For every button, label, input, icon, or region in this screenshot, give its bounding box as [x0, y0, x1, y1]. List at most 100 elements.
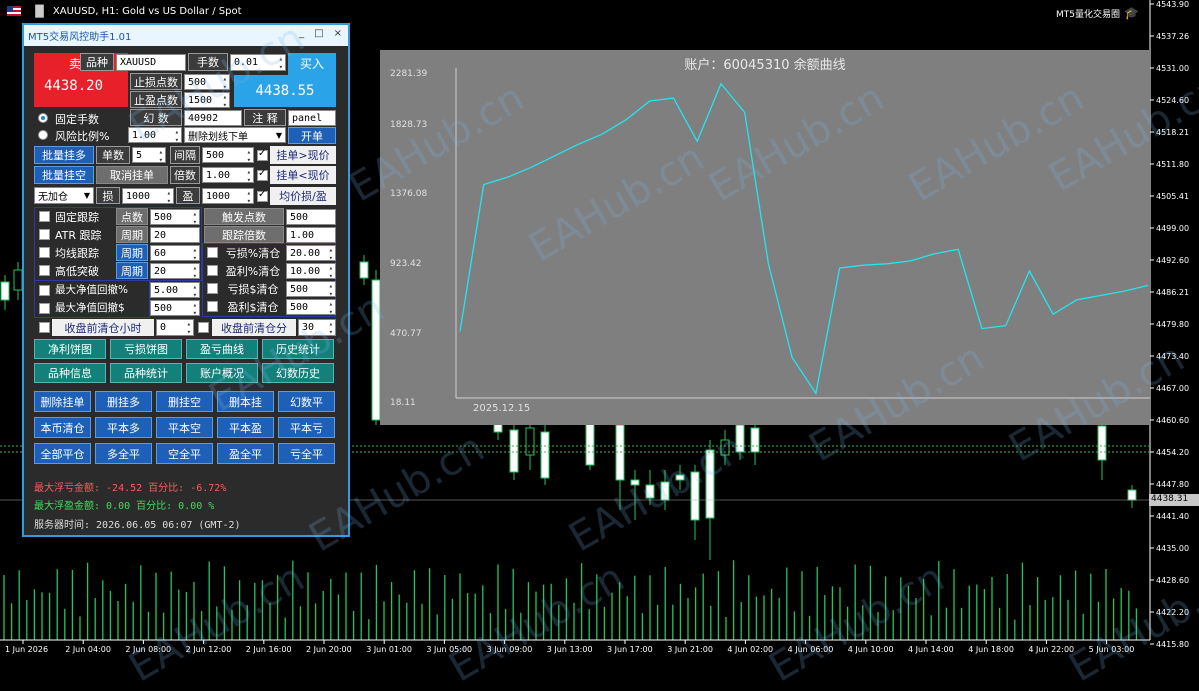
atr-period-input[interactable]: 20	[150, 227, 200, 243]
multiplier-input[interactable]: 1.00	[202, 167, 254, 184]
price-axis-label: 4454.20	[1156, 448, 1189, 457]
candle-body	[540, 431, 550, 479]
teal-button[interactable]: 账户概况	[186, 363, 258, 383]
time-axis-label: 3 Jun 05:00	[426, 645, 472, 654]
atr-period-label: 周期	[116, 226, 148, 243]
action-button[interactable]: 删本挂	[217, 391, 274, 412]
atr-trail-checkbox[interactable]	[39, 229, 50, 240]
max-dd-pct-input[interactable]: 5.00	[150, 282, 200, 299]
profit-usd-checkbox[interactable]	[207, 301, 218, 312]
teal-button[interactable]: 亏损饼图	[110, 339, 182, 359]
action-button[interactable]: 平本盈	[217, 417, 274, 438]
max-float-profit: 最大浮盈金额: 0.00 百分比: 0.00 %	[34, 501, 215, 512]
max-dd-usd-input[interactable]: 500	[150, 300, 200, 317]
action-button[interactable]: 盈全平	[217, 443, 274, 464]
add-mode-select[interactable]: 无加仓 ▼	[34, 187, 94, 204]
max-dd-usd-label: 最大净值回撤$	[55, 302, 125, 314]
teal-button[interactable]: 净利饼图	[34, 339, 106, 359]
action-button[interactable]: 本币清仓	[34, 417, 91, 438]
delete-mode-select[interactable]: 删除划线下单 ▼	[184, 127, 286, 143]
equity-x-label: 2025.12.15	[473, 403, 531, 414]
action-button[interactable]: 空全平	[156, 443, 213, 464]
sl-input[interactable]: 500	[184, 74, 230, 91]
action-button[interactable]: 平本多	[95, 417, 152, 438]
candle-body	[675, 474, 685, 481]
action-button[interactable]: 删挂空	[156, 391, 213, 412]
equity-y-label: 1828.73	[390, 120, 428, 130]
order-count-input[interactable]: 5	[132, 147, 166, 164]
close-hour-input[interactable]: 0	[156, 319, 194, 336]
candle-body	[525, 427, 535, 456]
loss-usd-checkbox[interactable]	[207, 283, 218, 294]
candle-body	[1127, 489, 1137, 501]
buy-price[interactable]: 4438.55	[234, 75, 336, 107]
action-button[interactable]: 亏全平	[278, 443, 335, 464]
trade-risk-panel[interactable]: MT5交易风控助手1.01 _ □ × 卖出 4438.20 品种 XAUUSD…	[22, 23, 350, 537]
magic-input[interactable]: 40902	[184, 110, 242, 126]
ma-trail-checkbox[interactable]	[39, 247, 50, 258]
price-axis-label: 4518.21	[1156, 128, 1189, 137]
fixed-trail-checkbox[interactable]	[39, 211, 50, 222]
comment-input[interactable]: panel	[288, 110, 336, 126]
open-order-button[interactable]: 开单	[288, 127, 336, 144]
profit-input[interactable]: 1000	[202, 188, 254, 205]
avg-sltp-checkbox[interactable]	[257, 189, 268, 202]
risk-pct-input[interactable]: 1.00	[128, 127, 182, 144]
teal-button[interactable]: 品种统计	[110, 363, 182, 383]
profit-pct-checkbox[interactable]	[207, 265, 218, 276]
loss-pct-input[interactable]: 20.00	[286, 245, 336, 262]
loss-usd-input[interactable]: 500	[286, 281, 336, 298]
gap-input[interactable]: 500	[202, 147, 254, 164]
equity-curve-window[interactable]: 账户：60045310 余额曲线 2281.39 1828.73 1376.08…	[380, 50, 1150, 425]
fixed-lot-radio[interactable]	[38, 113, 48, 123]
action-button[interactable]: 平本亏	[278, 417, 335, 438]
action-button[interactable]: 删除挂单	[34, 391, 91, 412]
time-axis-label: 3 Jun 17:00	[607, 645, 653, 654]
hl-period-input[interactable]: 20	[150, 263, 200, 280]
loss-pct-checkbox[interactable]	[207, 247, 218, 258]
action-button[interactable]: 全部平仓	[34, 443, 91, 464]
points-input[interactable]: 500	[150, 209, 200, 226]
symbol-input[interactable]: XAUUSD	[116, 54, 186, 71]
trail-mult-input[interactable]: 1.00	[286, 227, 336, 243]
teal-button[interactable]: 历史统计	[262, 339, 334, 359]
lots-input[interactable]: 0.01	[230, 54, 286, 71]
equity-title: 账户：60045310 余额曲线	[684, 58, 846, 73]
pending-above-checkbox[interactable]	[257, 148, 268, 161]
ma-period-label: 周期	[116, 244, 148, 261]
teal-button[interactable]: 品种信息	[34, 363, 106, 383]
order-count-label: 单数	[96, 146, 130, 164]
equity-line	[459, 82, 1149, 396]
action-button[interactable]: 多全平	[95, 443, 152, 464]
action-button[interactable]: 删挂多	[95, 391, 152, 412]
hl-break-checkbox[interactable]	[39, 265, 50, 276]
close-min-checkbox[interactable]	[198, 322, 209, 333]
close-hour-label: 收盘前清仓小时	[52, 319, 154, 336]
teal-button[interactable]: 幻数历史	[262, 363, 334, 383]
tp-input[interactable]: 1500	[184, 92, 230, 109]
teal-button[interactable]: 盈亏曲线	[186, 339, 258, 359]
time-axis-label: 4 Jun 02:00	[727, 645, 773, 654]
batch-buy-button[interactable]: 批量挂多	[34, 146, 94, 164]
candle-body	[660, 481, 670, 501]
close-hour-checkbox[interactable]	[39, 322, 50, 333]
ma-period-input[interactable]: 60	[150, 245, 200, 262]
trigger-input[interactable]: 500	[286, 209, 336, 225]
max-dd-pct-checkbox[interactable]	[39, 285, 50, 296]
loss-input[interactable]: 1000	[122, 188, 174, 205]
action-button[interactable]: 幻数平	[278, 391, 335, 412]
profit-usd-input[interactable]: 500	[286, 299, 336, 316]
profit-pct-input[interactable]: 10.00	[286, 263, 336, 280]
risk-pct-radio[interactable]	[38, 130, 48, 140]
max-dd-usd-checkbox[interactable]	[39, 303, 50, 314]
cancel-pending-button[interactable]: 取消挂单	[96, 166, 168, 184]
chevron-down-icon: ▼	[83, 191, 90, 200]
price-axis-label: 4473.40	[1156, 352, 1189, 361]
equity-y-label: 18.11	[390, 398, 416, 408]
comment-label: 注 释	[244, 109, 286, 126]
close-min-input[interactable]: 30	[298, 319, 336, 336]
pending-below-checkbox[interactable]	[257, 168, 268, 181]
batch-sell-button[interactable]: 批量挂空	[34, 166, 94, 184]
action-button[interactable]: 平本空	[156, 417, 213, 438]
price-axis-label: 4428.60	[1156, 576, 1189, 585]
